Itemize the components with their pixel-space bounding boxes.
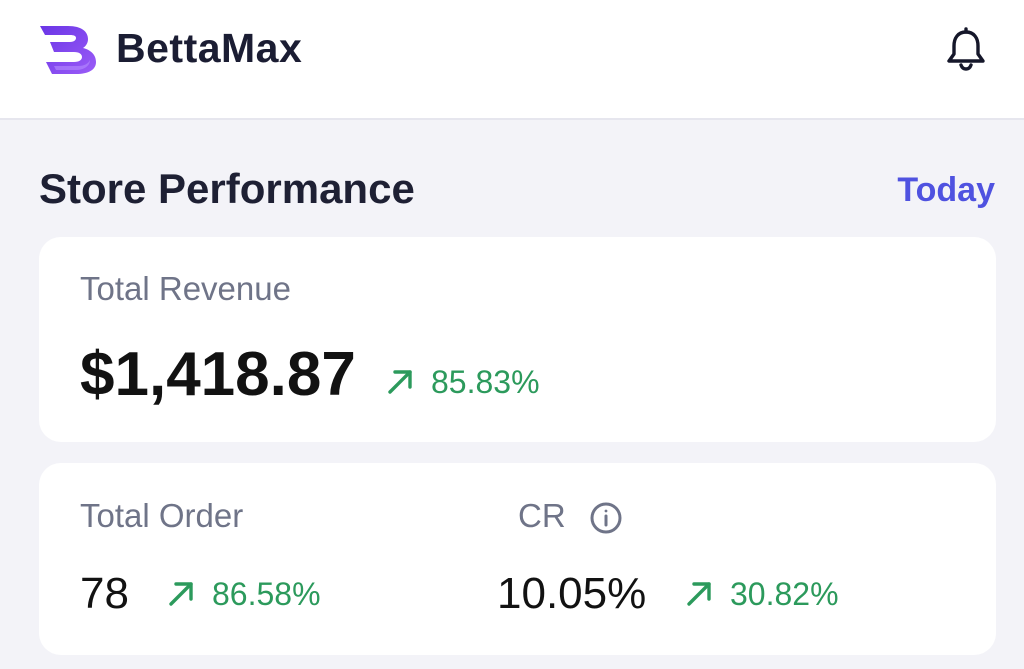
bell-icon[interactable] (944, 26, 988, 72)
revenue-card: Total Revenue $1,418.87 85.83% (39, 237, 996, 442)
cr-change-value: 30.82% (730, 576, 839, 612)
section-title: Store Performance (39, 165, 415, 212)
bettamax-logo-icon[interactable] (38, 22, 102, 74)
arrow-up-right-icon (388, 370, 412, 394)
revenue-label: Total Revenue (80, 270, 291, 307)
cr-value: 10.05% (497, 569, 647, 618)
brand-name: BettaMax (116, 25, 303, 71)
cr-label: CR (518, 497, 566, 534)
cr-label-group: CR (518, 496, 623, 536)
orders-value: 78 (80, 569, 129, 618)
arrow-up-right-icon (169, 582, 193, 606)
orders-label: Total Order (80, 497, 244, 534)
arrow-up-right-icon (687, 582, 711, 606)
period-selector-link[interactable]: Today (897, 168, 995, 212)
revenue-value: $1,418.87 (80, 340, 356, 409)
orders-cr-card: Total Order 78 86.58% CR 10.05% 30.82% (39, 463, 996, 655)
orders-change-value: 86.58% (212, 576, 321, 612)
revenue-change: 85.83% (385, 362, 540, 402)
info-icon[interactable] (589, 501, 623, 535)
cr-change: 30.82% (684, 574, 839, 614)
revenue-change-value: 85.83% (431, 364, 540, 400)
app-header: BettaMax (0, 0, 1024, 120)
orders-change: 86.58% (166, 574, 321, 614)
